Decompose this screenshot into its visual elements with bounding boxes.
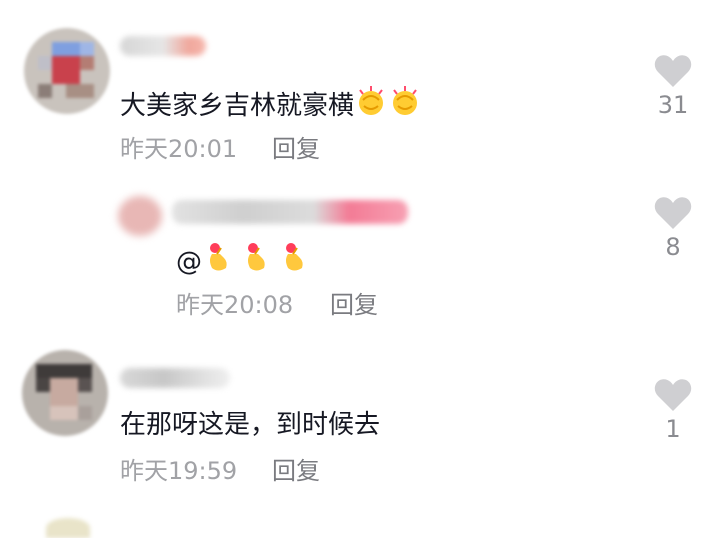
comment-item: 大美家乡吉林就豪横 昨天20:01 回复 31 [0,0,720,180]
heart-fingers-icon [278,240,310,283]
like-count: 8 [665,233,681,261]
like-button[interactable]: 1 [648,378,698,444]
reply-time: 昨天20:08 [176,291,294,319]
heart-icon [654,197,692,229]
heart-fingers-icon [202,240,234,283]
clapping-hands-icon [388,84,422,127]
comment-text: 在那呀这是，到时候去 [120,410,381,440]
like-button[interactable]: 8 [648,196,698,262]
heart-icon [654,55,692,87]
mention-symbol: @ [176,247,202,277]
reply-item: @ 昨天20:08 回复 8 [0,180,720,340]
like-count: 1 [665,415,681,443]
comment-item: 在那呀这是，到时候去 昨天19:59 回复 1 [0,340,720,510]
comment-body: 大美家乡吉林就豪横 [120,91,355,121]
comment-time: 昨天20:01 [120,135,238,163]
like-count: 31 [657,91,689,119]
reply-button[interactable]: 回复 [272,456,320,486]
reply-avatar-blurred[interactable] [118,196,162,236]
avatar[interactable] [46,518,90,538]
comment-time: 昨天19:59 [120,457,238,485]
username-blurred[interactable] [120,368,230,388]
heart-fingers-icon [240,240,272,283]
reply-text: @ [176,240,310,283]
username-blurred[interactable] [172,200,408,224]
username-blurred[interactable] [120,36,206,56]
reply-button[interactable]: 回复 [330,290,378,320]
avatar[interactable] [24,28,110,114]
avatar[interactable] [22,350,108,436]
reply-button[interactable]: 回复 [272,134,320,164]
clapping-hands-icon [354,84,388,127]
heart-icon [654,379,692,411]
like-button[interactable]: 31 [648,54,698,120]
comment-text: 大美家乡吉林就豪横 [120,84,422,127]
